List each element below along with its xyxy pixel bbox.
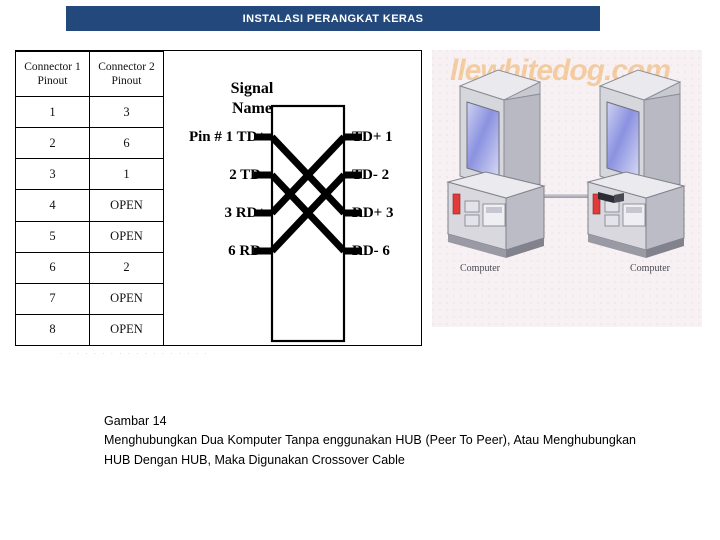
header-connector-2: Connector 2 Pinout [89, 51, 164, 97]
table-row: 3 1 [16, 158, 164, 191]
cell-connector2: OPEN [89, 189, 164, 222]
table-row: 6 2 [16, 251, 164, 284]
table-header-row: Connector 1 Pinout Connector 2 Pinout [16, 51, 164, 97]
cell-connector1: 5 [16, 220, 90, 253]
figure-area: Connector 1 Pinout Connector 2 Pinout 1 … [0, 44, 720, 356]
cable-body-rect [270, 104, 346, 343]
pinout-table: Connector 1 Pinout Connector 2 Pinout 1 … [16, 51, 164, 345]
diagram-heading-line2: Name [232, 100, 272, 117]
figure-caption-text: Menghubungkan Dua Komputer Tanpa engguna… [104, 433, 636, 467]
pinout-table-body: 1 3 2 6 3 1 4 OPEN 5 OPEN 6 2 7 OPEN 8 O… [16, 95, 164, 345]
cell-connector2: OPEN [89, 282, 164, 315]
cell-connector1: 7 [16, 282, 90, 315]
page-title-banner: INSTALASI PERANGKAT KERAS [66, 6, 600, 31]
cell-connector1: 8 [16, 313, 90, 345]
faint-caption-strip: . . . . . . . . . . . . . . . . . . [60, 348, 209, 356]
cell-connector1: 4 [16, 189, 90, 222]
cell-connector1: 2 [16, 127, 90, 160]
computer-left-label: Computer [460, 263, 500, 274]
header-connector-1-line1: Connector 1 [24, 60, 81, 73]
header-connector-2-line2: Pinout [111, 75, 142, 87]
table-row: 1 3 [16, 95, 164, 129]
header-connector-2-line1: Connector 2 [98, 60, 155, 73]
cell-connector1: 6 [16, 251, 90, 284]
computer-right-graphic [586, 69, 686, 258]
page-title: INSTALASI PERANGKAT KERAS [242, 12, 424, 25]
crossover-wiring-diagram: Signal Name Pin # 1 TD+ 2 TD- 3 RD+ 6 RD… [166, 51, 421, 345]
computer-right-label: Computer [630, 263, 670, 274]
table-row: 2 6 [16, 127, 164, 160]
pin-stubs [254, 133, 362, 255]
cell-connector2: 1 [89, 158, 164, 191]
pinout-table-head: Connector 1 Pinout Connector 2 Pinout [16, 51, 164, 97]
pinout-panel: Connector 1 Pinout Connector 2 Pinout 1 … [15, 50, 422, 346]
cell-connector2: OPEN [89, 313, 164, 345]
table-row: 4 OPEN [16, 189, 164, 222]
cell-connector2: 3 [89, 95, 164, 129]
table-row: 5 OPEN [16, 220, 164, 253]
cell-connector2: 2 [89, 251, 164, 284]
two-computers-illustration: llewhitedog.com Computer Computer [432, 50, 702, 327]
cell-connector2: OPEN [89, 220, 164, 253]
table-row: 8 OPEN [16, 313, 164, 345]
diagram-heading-line1: Signal [231, 80, 274, 97]
crossover-wires [269, 134, 347, 254]
header-connector-1-line2: Pinout [37, 75, 68, 87]
cell-connector1: 1 [16, 95, 90, 129]
header-connector-1: Connector 1 Pinout [16, 51, 90, 97]
cell-connector2: 6 [89, 127, 164, 160]
figure-number: Gambar 14 [104, 414, 167, 428]
figure-caption: Gambar 14 Menghubungkan Dua Komputer Tan… [104, 412, 636, 470]
table-row: 7 OPEN [16, 282, 164, 315]
cell-connector1: 3 [16, 158, 90, 191]
computer-left-graphic [446, 69, 546, 258]
